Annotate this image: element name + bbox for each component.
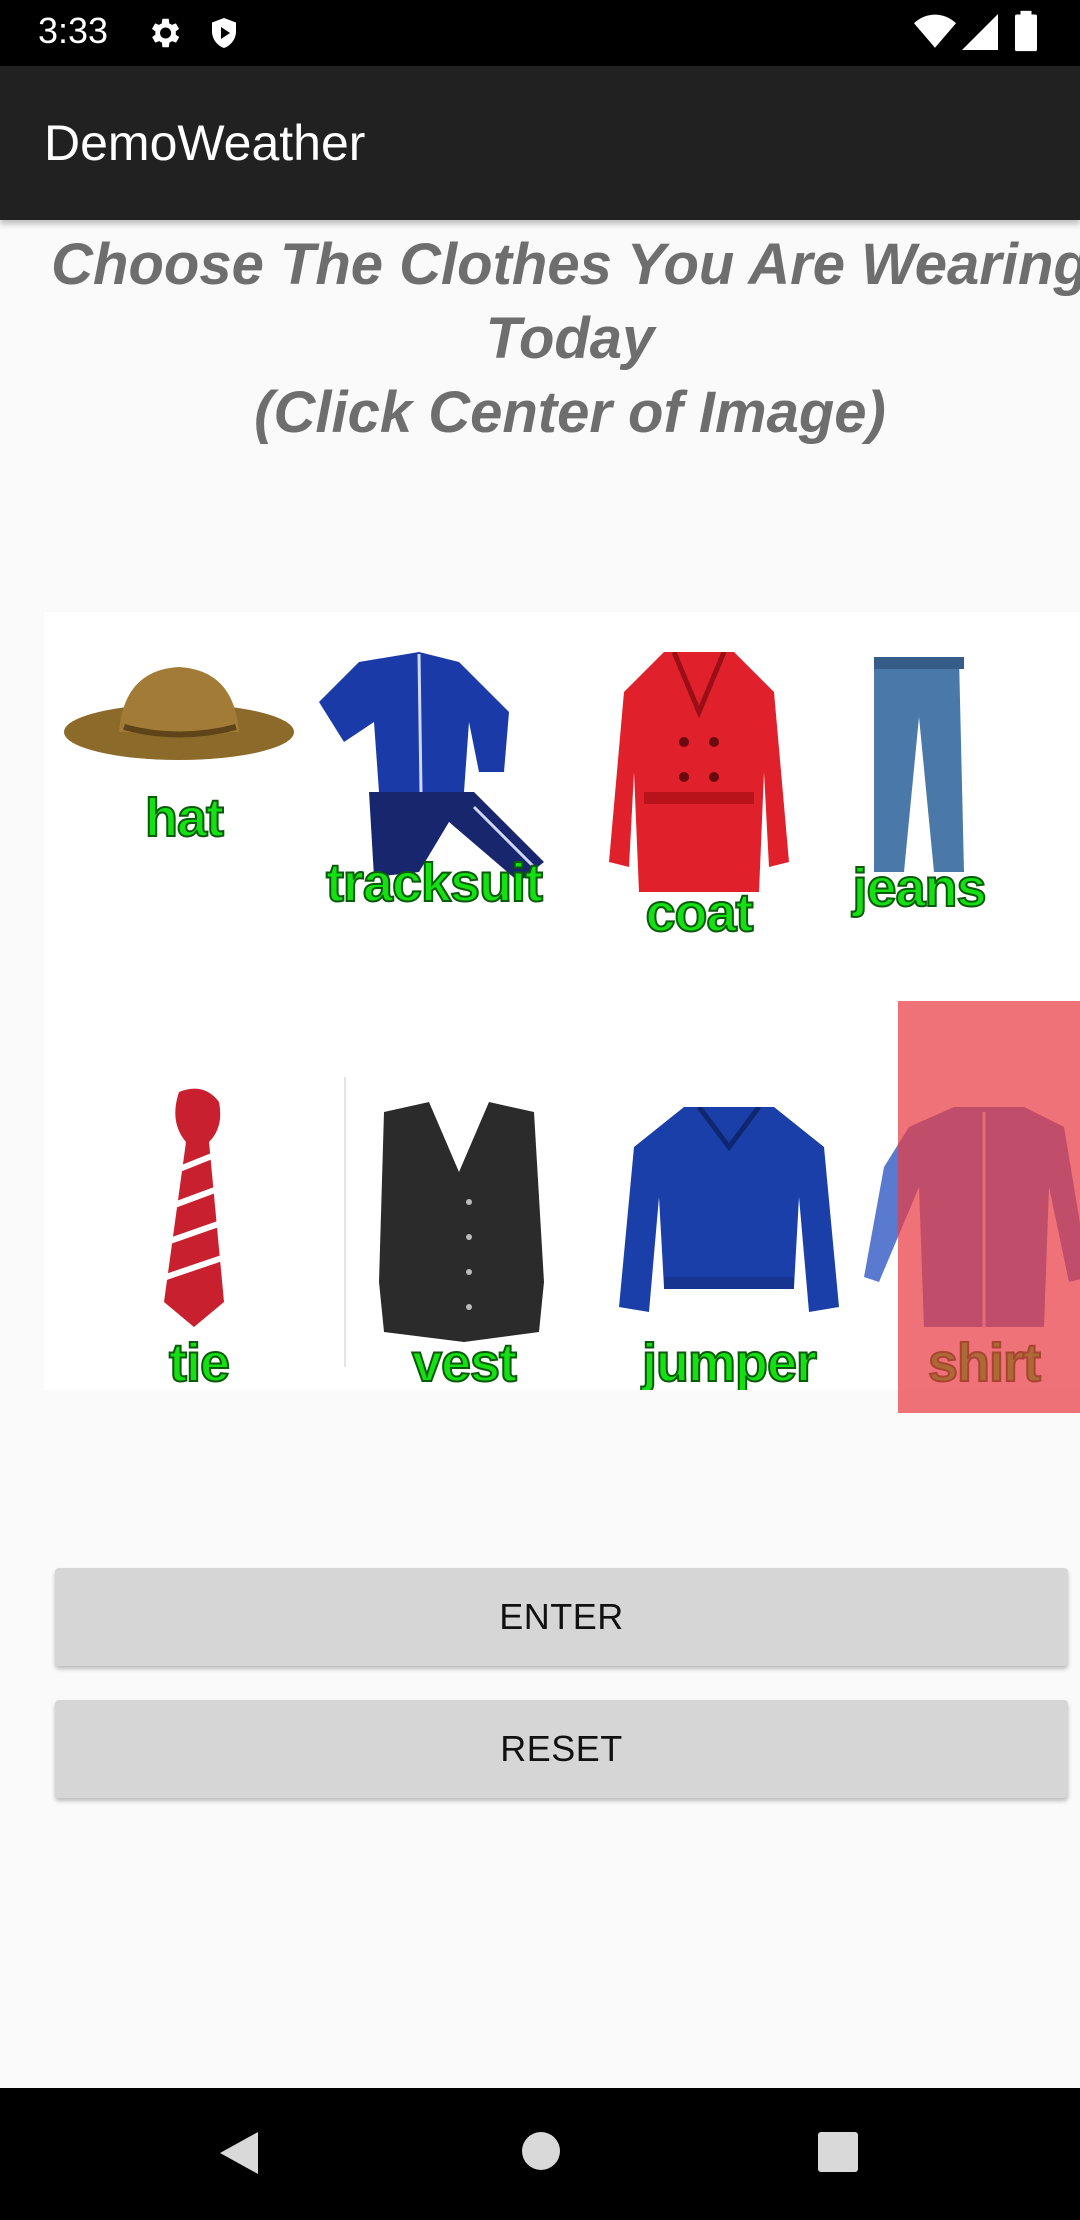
navigation-bar [0,2088,1080,2220]
battery-icon [1015,10,1037,57]
tie-image [164,1088,226,1327]
wifi-icon [914,14,956,55]
hat-label: hat [144,787,225,849]
hat-image [64,667,294,760]
status-time: 3:33 [38,10,109,51]
jumper-label: jumper [641,1332,818,1390]
clothes-item-tie[interactable]: tie [124,1082,274,1390]
tracksuit-label: tracksuit [325,852,544,914]
vest-image [379,1102,544,1342]
gear-icon [145,14,183,57]
enter-button[interactable]: ENTER [55,1568,1068,1666]
clothes-item-coat[interactable]: coat [584,652,814,952]
coat-label: coat [644,882,754,944]
jumper-image [619,1107,839,1312]
selection-highlight[interactable] [898,1001,1080,1413]
signal-icon [962,14,998,55]
instructions-heading: Choose The Clothes You Are Wearing Today… [40,228,1080,450]
app-title: DemoWeather [44,115,366,171]
jeans-image [874,657,964,872]
tracksuit-image [319,652,544,882]
back-icon[interactable] [218,2130,260,2181]
heading-line-3: (Click Center of Image) [254,380,886,445]
reset-button[interactable]: RESET [55,1700,1068,1798]
home-icon[interactable] [520,2130,562,2177]
heading-line-1: Choose The Clothes You Are Wearing [51,232,1080,297]
status-bar: 3:33 [0,0,1080,66]
heading-line-2: Today [485,306,655,371]
shield-play-icon [206,14,242,57]
clothes-item-jumper[interactable]: jumper [614,1107,844,1390]
clothes-item-jeans[interactable]: jeans [839,657,1079,937]
coat-image [609,652,789,892]
vest-label: vest [411,1332,518,1390]
clothes-item-hat[interactable]: hat [64,652,304,862]
tie-label: tie [168,1332,231,1390]
jeans-label: jeans [851,857,987,919]
image-divider [344,1077,346,1367]
clothes-item-tracksuit[interactable]: tracksuit [299,642,569,932]
app-bar: DemoWeather [0,66,1080,220]
recents-icon[interactable] [816,2130,860,2179]
clothes-item-vest[interactable]: vest [364,1102,564,1390]
